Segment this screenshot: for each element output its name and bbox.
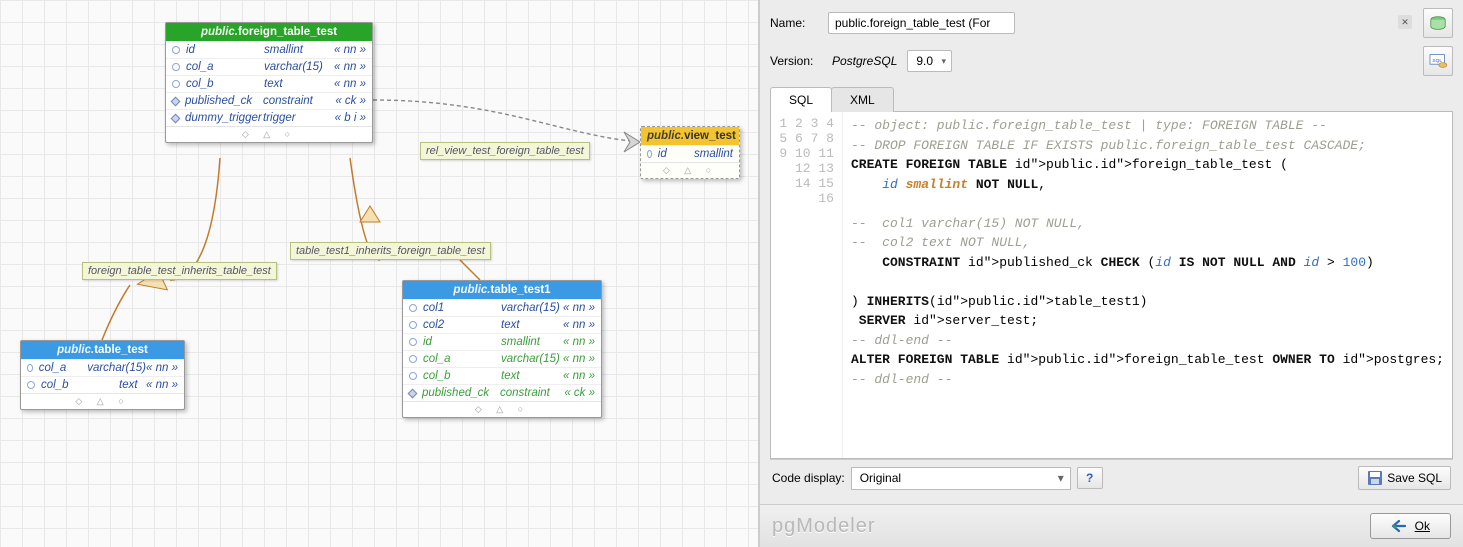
- column-bullet-icon: [409, 338, 417, 346]
- table-view_test[interactable]: public.view_testidsmallint◇ △ ○: [640, 126, 740, 179]
- column-row[interactable]: col_avarchar(15)« nn »: [21, 359, 184, 376]
- diagram-canvas[interactable]: public.foreign_table_testidsmallint« nn …: [0, 0, 758, 547]
- version-dropdown[interactable]: 9.0: [907, 50, 952, 72]
- column-row[interactable]: published_ckconstraint« ck »: [403, 384, 601, 401]
- table-header[interactable]: public.table_test1: [403, 281, 601, 299]
- name-label: Name:: [770, 16, 828, 30]
- version-label: Version:: [770, 54, 828, 68]
- clear-icon[interactable]: ✕: [1398, 15, 1412, 29]
- column-bullet-icon: [27, 364, 33, 372]
- column-row[interactable]: col1varchar(15)« nn »: [403, 299, 601, 316]
- tab-xml[interactable]: XML: [831, 87, 894, 112]
- column-bullet-icon: [409, 355, 417, 363]
- column-bullet-icon: [409, 304, 417, 312]
- table-table_test[interactable]: public.table_testcol_avarchar(15)« nn »c…: [20, 340, 185, 410]
- column-bullet-icon: [172, 80, 180, 88]
- help-button[interactable]: ?: [1077, 467, 1103, 489]
- table-header[interactable]: public.table_test: [21, 341, 184, 359]
- column-bullet-icon: [408, 388, 418, 398]
- column-row[interactable]: col_avarchar(15)« nn »: [166, 58, 372, 75]
- column-row[interactable]: col_btext« nn »: [21, 376, 184, 393]
- column-bullet-icon: [172, 63, 180, 71]
- column-row[interactable]: idsmallint« nn »: [166, 41, 372, 58]
- table-footer-icons: ◇ △ ○: [403, 401, 601, 417]
- table-header[interactable]: public.foreign_table_test: [166, 23, 372, 41]
- column-bullet-icon: [409, 321, 417, 329]
- source-panel: Name: ✕ Version: PostgreSQL 9.0 SQL SQL …: [758, 0, 1463, 547]
- name-input[interactable]: [828, 12, 1015, 34]
- column-row[interactable]: published_ckconstraint« ck »: [166, 92, 372, 109]
- column-bullet-icon: [27, 381, 35, 389]
- column-bullet-icon: [171, 113, 181, 123]
- table-foreign_table_test[interactable]: public.foreign_table_testidsmallint« nn …: [165, 22, 373, 143]
- brand-logo: pgModeler: [772, 515, 876, 538]
- table-header[interactable]: public.view_test: [641, 127, 739, 145]
- code-viewer[interactable]: 1 2 3 4 5 6 7 8 9 10 11 12 13 14 15 16 -…: [770, 112, 1453, 459]
- column-row[interactable]: col_avarchar(15)« nn »: [403, 350, 601, 367]
- column-row[interactable]: col2text« nn »: [403, 316, 601, 333]
- tab-sql[interactable]: SQL: [770, 87, 832, 112]
- column-row[interactable]: idsmallint: [641, 145, 739, 162]
- footer-bar: pgModeler Ok: [760, 504, 1463, 547]
- column-bullet-icon: [172, 46, 180, 54]
- engine-name: PostgreSQL: [828, 54, 907, 68]
- table-table_test1[interactable]: public.table_test1col1varchar(15)« nn »c…: [402, 280, 602, 418]
- code-tabs: SQL XML: [770, 86, 1453, 112]
- relationship-label[interactable]: rel_view_test_foreign_table_test: [420, 142, 590, 160]
- sql-preview-icon-button[interactable]: SQL: [1423, 46, 1453, 76]
- object-icon-button[interactable]: [1423, 8, 1453, 38]
- column-row[interactable]: col_btext« nn »: [403, 367, 601, 384]
- column-row[interactable]: idsmallint« nn »: [403, 333, 601, 350]
- column-bullet-icon: [647, 150, 652, 158]
- column-bullet-icon: [409, 372, 417, 380]
- table-footer-icons: ◇ △ ○: [166, 126, 372, 142]
- relationship-label[interactable]: foreign_table_test_inherits_table_test: [82, 262, 277, 280]
- column-bullet-icon: [171, 96, 181, 106]
- code-display-label: Code display:: [772, 471, 845, 485]
- save-sql-button[interactable]: Save SQL: [1358, 466, 1451, 490]
- code-display-dropdown[interactable]: Original: [851, 467, 1071, 490]
- table-footer-icons: ◇ △ ○: [641, 162, 739, 178]
- column-row[interactable]: dummy_triggertrigger« b i »: [166, 109, 372, 126]
- column-row[interactable]: col_btext« nn »: [166, 75, 372, 92]
- table-footer-icons: ◇ △ ○: [21, 393, 184, 409]
- relationship-label[interactable]: table_test1_inherits_foreign_table_test: [290, 242, 491, 260]
- ok-button[interactable]: Ok: [1370, 513, 1451, 539]
